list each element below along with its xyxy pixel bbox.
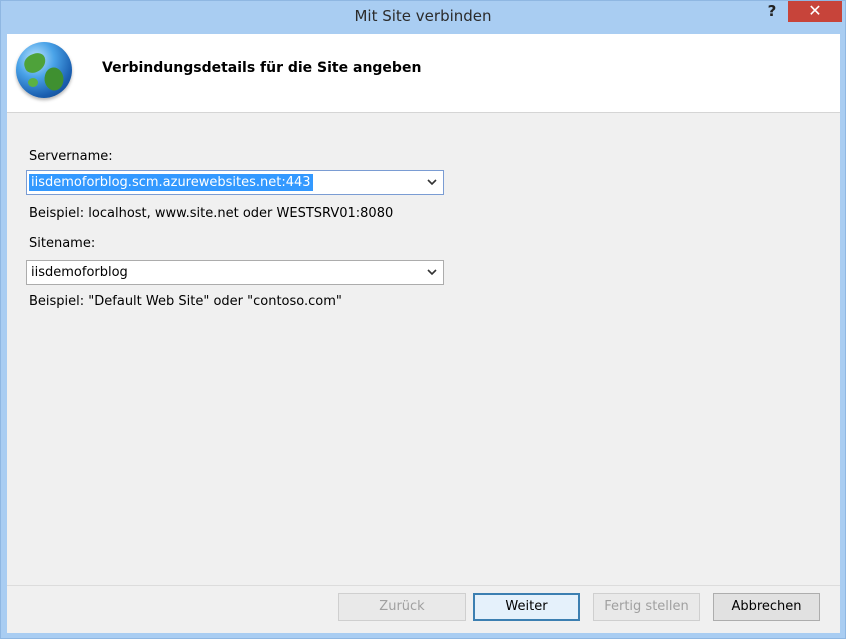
server-name-label: Servername:	[29, 149, 113, 164]
back-button[interactable]: Zurück	[338, 593, 466, 621]
cancel-button[interactable]: Abbrechen	[713, 593, 820, 621]
wizard-header: Verbindungsdetails für die Site angeben	[7, 34, 840, 113]
window-title: Mit Site verbinden	[354, 7, 492, 25]
dialog-window: Mit Site verbinden ? ✕ Verbindungsdetail…	[0, 0, 846, 639]
title-bar[interactable]: Mit Site verbinden ? ✕	[1, 1, 845, 34]
chevron-down-icon[interactable]	[427, 268, 437, 276]
dialog-client-area: Verbindungsdetails für die Site angeben …	[7, 34, 840, 633]
button-bar: Zurück Weiter Fertig stellen Abbrechen	[7, 585, 840, 633]
site-name-label: Sitename:	[29, 236, 96, 251]
site-name-hint: Beispiel: "Default Web Site" oder "conto…	[29, 294, 342, 309]
page-title: Verbindungsdetails für die Site angeben	[102, 60, 422, 76]
globe-icon	[16, 42, 72, 98]
finish-button[interactable]: Fertig stellen	[593, 593, 700, 621]
site-name-value[interactable]: iisdemoforblog	[31, 264, 128, 281]
server-name-value[interactable]: iisdemoforblog.scm.azurewebsites.net:443	[29, 174, 313, 191]
chevron-down-icon[interactable]	[427, 178, 437, 186]
help-button[interactable]: ?	[761, 1, 783, 21]
server-name-hint: Beispiel: localhost, www.site.net oder W…	[29, 206, 394, 221]
next-button[interactable]: Weiter	[473, 593, 580, 621]
server-name-combobox[interactable]: iisdemoforblog.scm.azurewebsites.net:443	[26, 170, 444, 195]
site-name-combobox[interactable]: iisdemoforblog	[26, 260, 444, 285]
close-button[interactable]: ✕	[788, 1, 842, 22]
